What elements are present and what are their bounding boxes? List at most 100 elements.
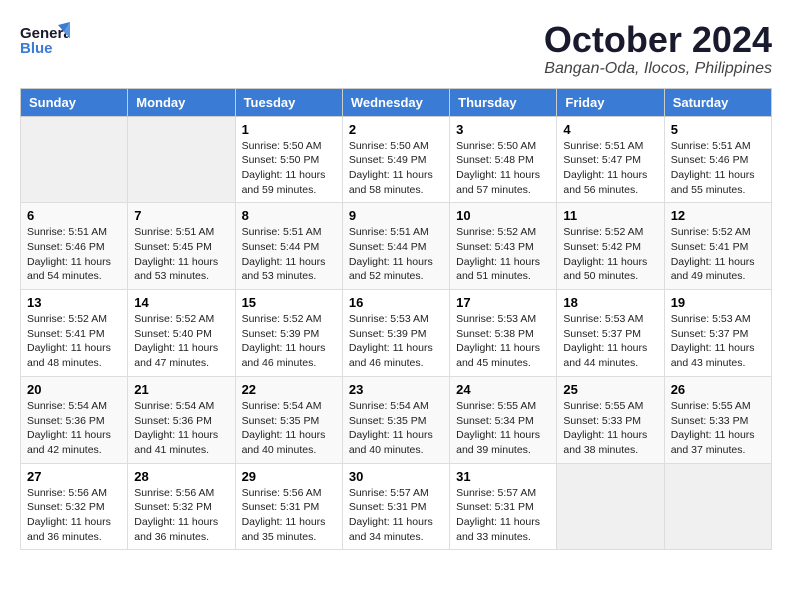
day-info: Sunrise: 5:56 AMSunset: 5:31 PMDaylight:… [242, 486, 336, 545]
day-info: Sunrise: 5:56 AMSunset: 5:32 PMDaylight:… [134, 486, 228, 545]
calendar-week-row: 13 Sunrise: 5:52 AMSunset: 5:41 PMDayligh… [21, 290, 772, 377]
column-header-saturday: Saturday [664, 88, 771, 116]
day-info: Sunrise: 5:50 AMSunset: 5:49 PMDaylight:… [349, 139, 443, 198]
day-number: 9 [349, 208, 443, 223]
day-number: 28 [134, 469, 228, 484]
day-info: Sunrise: 5:51 AMSunset: 5:45 PMDaylight:… [134, 225, 228, 284]
calendar-cell: 23Sunrise: 5:54 AMSunset: 5:35 PMDayligh… [342, 376, 449, 463]
day-number: 2 [349, 122, 443, 137]
day-info: Sunrise: 5:51 AMSunset: 5:44 PMDaylight:… [242, 225, 336, 284]
calendar-cell: 31 Sunrise: 5:57 AMSunset: 5:31 PMDayligh… [450, 463, 557, 550]
day-info: Sunrise: 5:51 AMSunset: 5:47 PMDaylight:… [563, 139, 657, 198]
day-number: 14 [134, 295, 228, 310]
day-number: 13 [27, 295, 121, 310]
day-number: 18 [563, 295, 657, 310]
day-number: 30 [349, 469, 443, 484]
column-header-sunday: Sunday [21, 88, 128, 116]
calendar-cell: 22 Sunrise: 5:54 AMSunset: 5:35 PMDayligh… [235, 376, 342, 463]
day-number: 31 [456, 469, 550, 484]
day-info: Sunrise: 5:51 AMSunset: 5:44 PMDaylight:… [349, 225, 443, 284]
day-number: 16 [349, 295, 443, 310]
calendar-cell: 12Sunrise: 5:52 AMSunset: 5:41 PMDayligh… [664, 203, 771, 290]
calendar-cell: 2 Sunrise: 5:50 AMSunset: 5:49 PMDaylight… [342, 116, 449, 203]
day-info: Sunrise: 5:55 AMSunset: 5:33 PMDaylight:… [671, 399, 765, 458]
day-info: Sunrise: 5:55 AMSunset: 5:34 PMDaylight:… [456, 399, 550, 458]
day-number: 19 [671, 295, 765, 310]
calendar-cell: 24Sunrise: 5:55 AMSunset: 5:34 PMDayligh… [450, 376, 557, 463]
calendar-cell: 25 Sunrise: 5:55 AMSunset: 5:33 PMDayligh… [557, 376, 664, 463]
day-info: Sunrise: 5:57 AMSunset: 5:31 PMDaylight:… [456, 486, 550, 545]
calendar-cell: 9 Sunrise: 5:51 AMSunset: 5:44 PMDaylight… [342, 203, 449, 290]
day-number: 29 [242, 469, 336, 484]
calendar-header-row: SundayMondayTuesdayWednesdayThursdayFrid… [21, 88, 772, 116]
day-info: Sunrise: 5:53 AMSunset: 5:37 PMDaylight:… [563, 312, 657, 371]
day-number: 21 [134, 382, 228, 397]
day-info: Sunrise: 5:52 AMSunset: 5:43 PMDaylight:… [456, 225, 550, 284]
day-info: Sunrise: 5:55 AMSunset: 5:33 PMDaylight:… [563, 399, 657, 458]
day-number: 15 [242, 295, 336, 310]
day-info: Sunrise: 5:52 AMSunset: 5:41 PMDaylight:… [671, 225, 765, 284]
calendar-cell: 10 Sunrise: 5:52 AMSunset: 5:43 PMDayligh… [450, 203, 557, 290]
day-number: 1 [242, 122, 336, 137]
calendar-week-row: 1 Sunrise: 5:50 AMSunset: 5:50 PMDaylight… [21, 116, 772, 203]
calendar-cell: 11Sunrise: 5:52 AMSunset: 5:42 PMDayligh… [557, 203, 664, 290]
day-info: Sunrise: 5:50 AMSunset: 5:50 PMDaylight:… [242, 139, 336, 198]
calendar-table: SundayMondayTuesdayWednesdayThursdayFrid… [20, 88, 772, 551]
day-info: Sunrise: 5:53 AMSunset: 5:39 PMDaylight:… [349, 312, 443, 371]
calendar-cell: 21 Sunrise: 5:54 AMSunset: 5:36 PMDayligh… [128, 376, 235, 463]
calendar-cell: 29 Sunrise: 5:56 AMSunset: 5:31 PMDayligh… [235, 463, 342, 550]
calendar-week-row: 27 Sunrise: 5:56 AMSunset: 5:32 PMDayligh… [21, 463, 772, 550]
day-info: Sunrise: 5:57 AMSunset: 5:31 PMDaylight:… [349, 486, 443, 545]
day-info: Sunrise: 5:56 AMSunset: 5:32 PMDaylight:… [27, 486, 121, 545]
day-info: Sunrise: 5:52 AMSunset: 5:41 PMDaylight:… [27, 312, 121, 371]
calendar-cell: 18 Sunrise: 5:53 AMSunset: 5:37 PMDayligh… [557, 290, 664, 377]
day-info: Sunrise: 5:54 AMSunset: 5:35 PMDaylight:… [242, 399, 336, 458]
day-info: Sunrise: 5:52 AMSunset: 5:40 PMDaylight:… [134, 312, 228, 371]
calendar-cell: 26 Sunrise: 5:55 AMSunset: 5:33 PMDayligh… [664, 376, 771, 463]
calendar-cell: 1 Sunrise: 5:50 AMSunset: 5:50 PMDaylight… [235, 116, 342, 203]
day-number: 25 [563, 382, 657, 397]
day-info: Sunrise: 5:54 AMSunset: 5:36 PMDaylight:… [134, 399, 228, 458]
day-number: 26 [671, 382, 765, 397]
column-header-tuesday: Tuesday [235, 88, 342, 116]
calendar-cell [128, 116, 235, 203]
calendar-cell [664, 463, 771, 550]
day-number: 10 [456, 208, 550, 223]
column-header-monday: Monday [128, 88, 235, 116]
page-header: General Blue October 2024 Bangan-Oda, Il… [20, 20, 772, 78]
calendar-cell: 15Sunrise: 5:52 AMSunset: 5:39 PMDayligh… [235, 290, 342, 377]
column-header-friday: Friday [557, 88, 664, 116]
day-number: 8 [242, 208, 336, 223]
day-number: 23 [349, 382, 443, 397]
calendar-cell: 28 Sunrise: 5:56 AMSunset: 5:32 PMDayligh… [128, 463, 235, 550]
location: Bangan-Oda, Ilocos, Philippines [544, 60, 772, 78]
day-info: Sunrise: 5:53 AMSunset: 5:37 PMDaylight:… [671, 312, 765, 371]
day-number: 3 [456, 122, 550, 137]
calendar-cell: 8 Sunrise: 5:51 AMSunset: 5:44 PMDaylight… [235, 203, 342, 290]
calendar-cell: 16 Sunrise: 5:53 AMSunset: 5:39 PMDayligh… [342, 290, 449, 377]
calendar-cell: 6 Sunrise: 5:51 AMSunset: 5:46 PMDaylight… [21, 203, 128, 290]
svg-text:Blue: Blue [20, 40, 53, 57]
calendar-cell: 5 Sunrise: 5:51 AMSunset: 5:46 PMDaylight… [664, 116, 771, 203]
day-info: Sunrise: 5:51 AMSunset: 5:46 PMDaylight:… [27, 225, 121, 284]
day-info: Sunrise: 5:54 AMSunset: 5:36 PMDaylight:… [27, 399, 121, 458]
day-info: Sunrise: 5:53 AMSunset: 5:38 PMDaylight:… [456, 312, 550, 371]
calendar-cell: 7 Sunrise: 5:51 AMSunset: 5:45 PMDaylight… [128, 203, 235, 290]
calendar-cell: 3Sunrise: 5:50 AMSunset: 5:48 PMDaylight… [450, 116, 557, 203]
column-header-thursday: Thursday [450, 88, 557, 116]
day-number: 22 [242, 382, 336, 397]
calendar-cell: 14 Sunrise: 5:52 AMSunset: 5:40 PMDayligh… [128, 290, 235, 377]
day-number: 7 [134, 208, 228, 223]
day-info: Sunrise: 5:51 AMSunset: 5:46 PMDaylight:… [671, 139, 765, 198]
calendar-week-row: 6 Sunrise: 5:51 AMSunset: 5:46 PMDaylight… [21, 203, 772, 290]
calendar-cell: 27 Sunrise: 5:56 AMSunset: 5:32 PMDayligh… [21, 463, 128, 550]
day-number: 5 [671, 122, 765, 137]
logo-icon: General Blue [20, 20, 70, 65]
month-title: October 2024 [544, 20, 772, 60]
calendar-cell: 20Sunrise: 5:54 AMSunset: 5:36 PMDayligh… [21, 376, 128, 463]
day-number: 27 [27, 469, 121, 484]
logo: General Blue [20, 20, 70, 65]
calendar-cell [557, 463, 664, 550]
day-number: 6 [27, 208, 121, 223]
calendar-cell: 13 Sunrise: 5:52 AMSunset: 5:41 PMDayligh… [21, 290, 128, 377]
